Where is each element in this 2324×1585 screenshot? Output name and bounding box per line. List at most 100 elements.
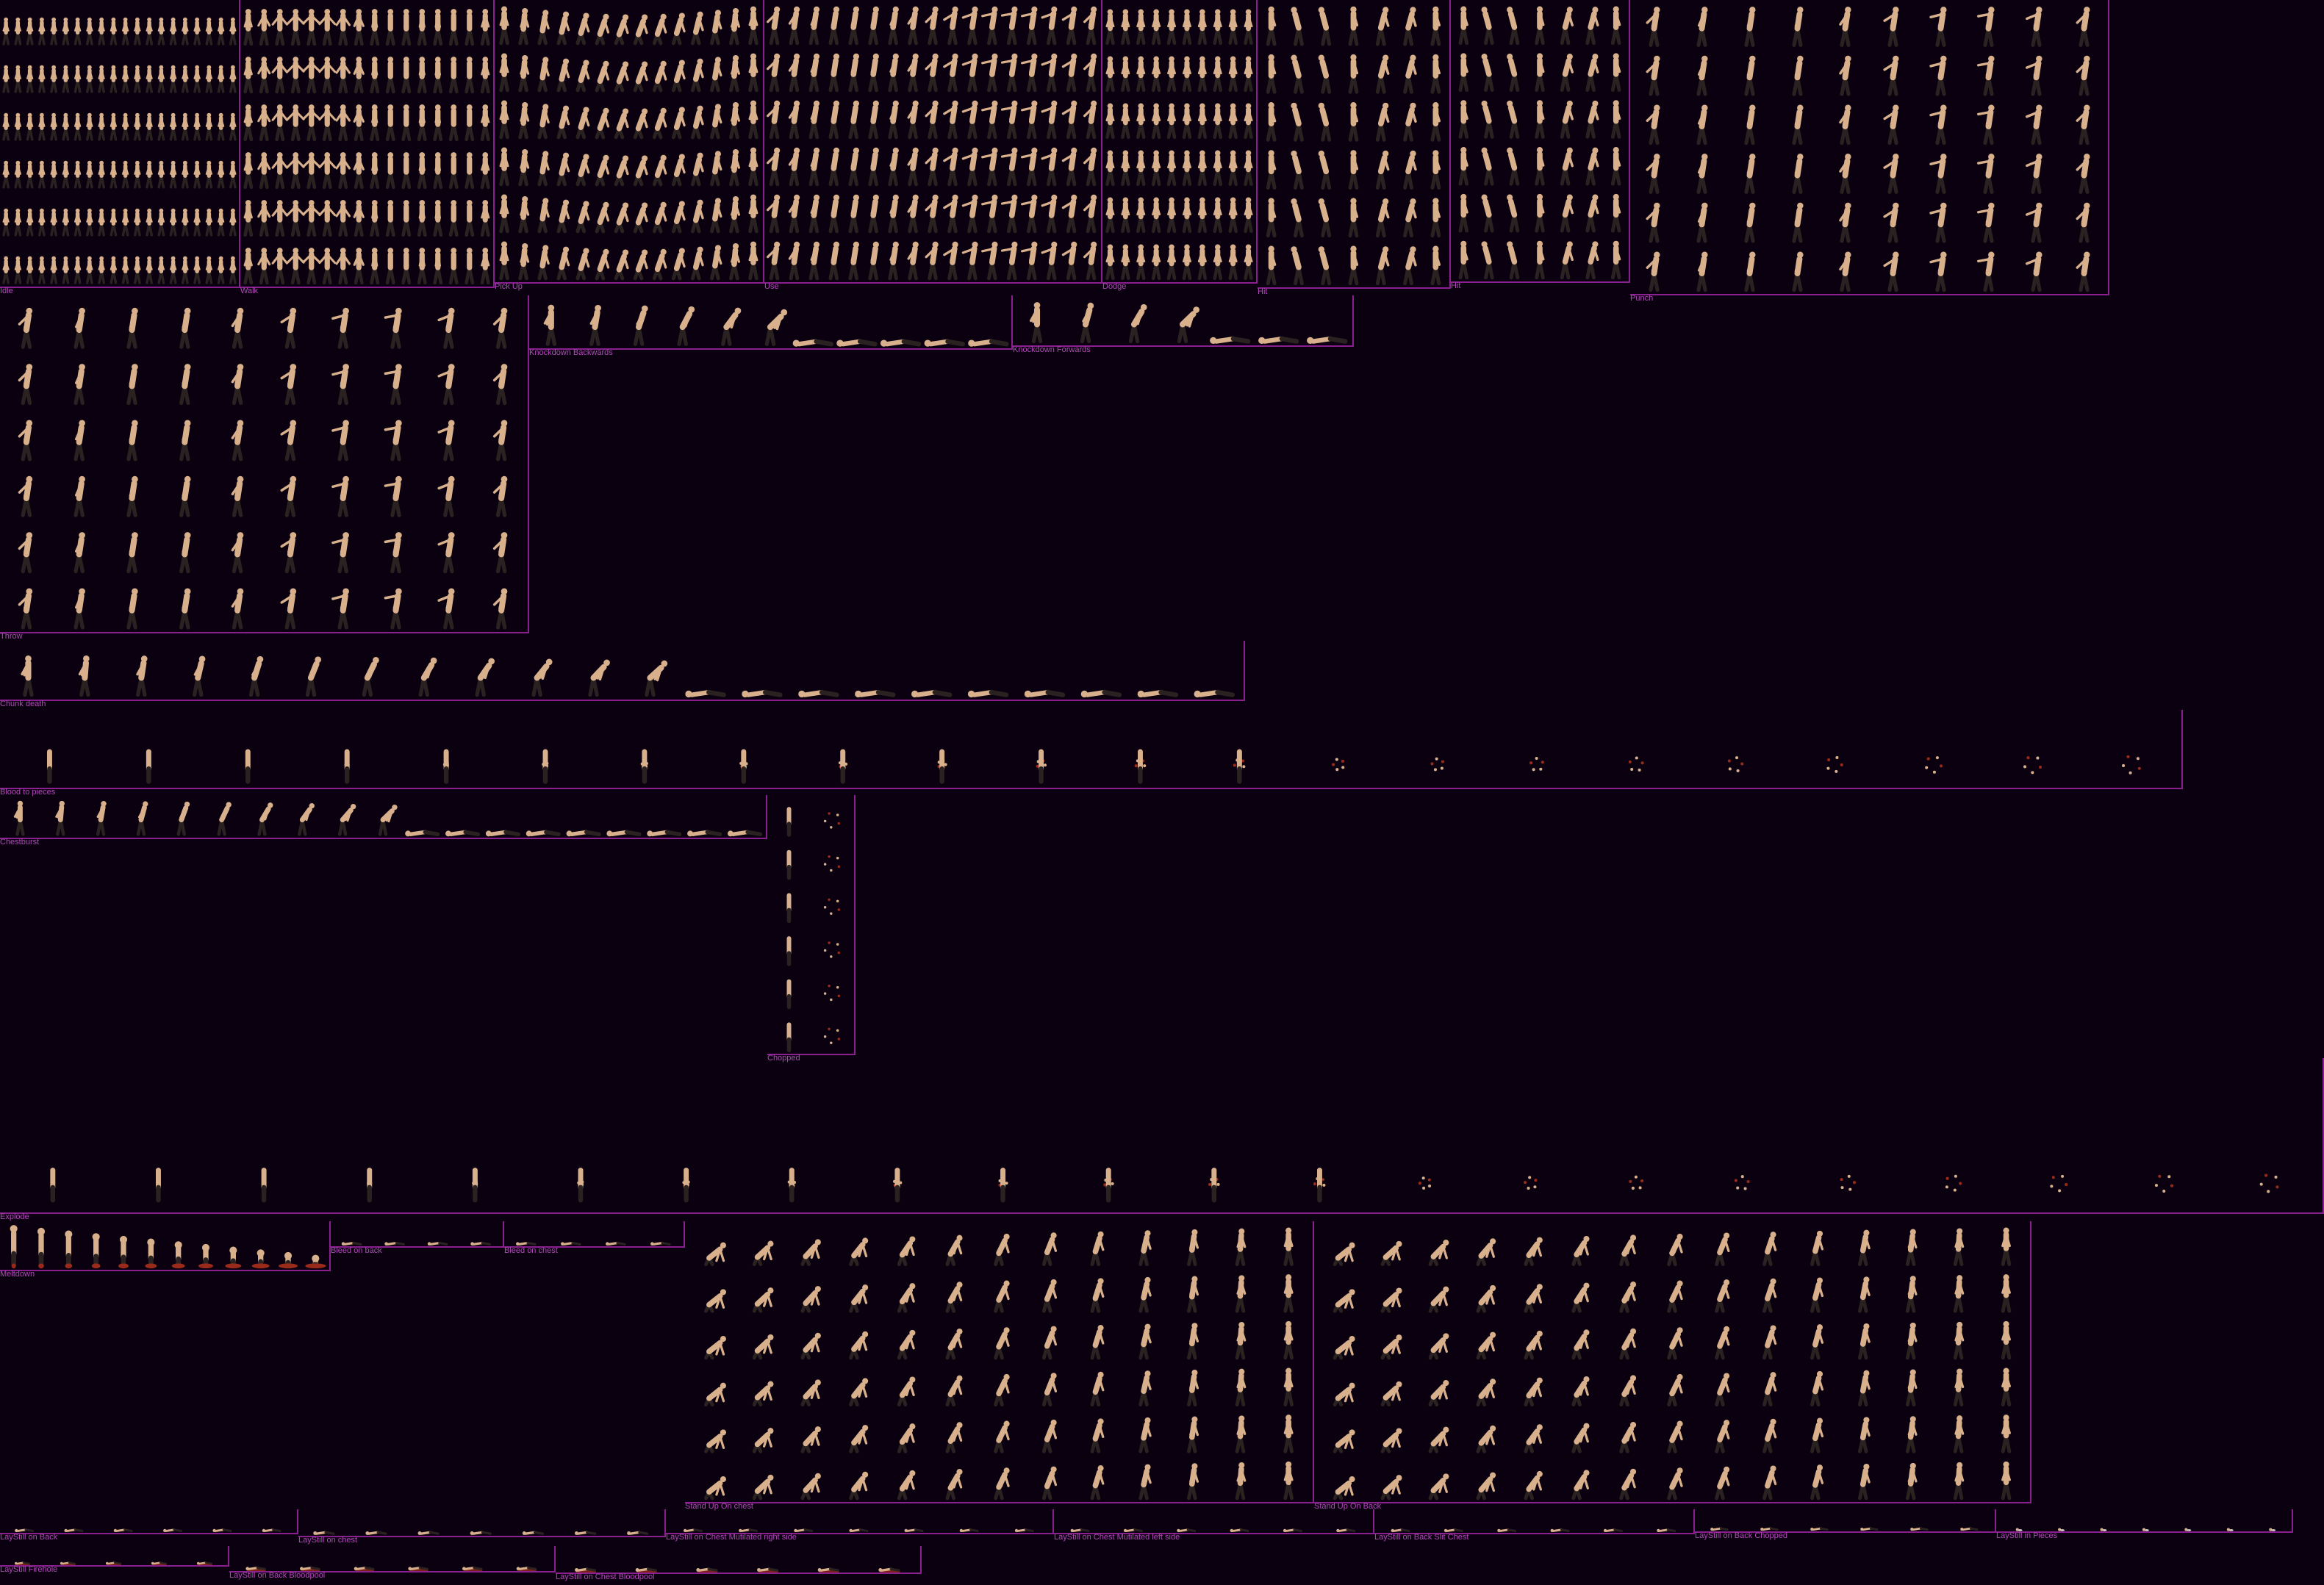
- label-ls-back-slit: LayStill on Back Slit Chest: [1374, 1533, 1469, 1542]
- sprite-frame: [671, 201, 686, 234]
- frames-chopped: [767, 795, 854, 1054]
- sprite-frame: [1953, 1228, 1965, 1267]
- label-throw: Throw: [0, 632, 23, 641]
- sprite-frame: [38, 17, 46, 46]
- sprite-frame: [1905, 1462, 1918, 1500]
- sprite-frame: [1560, 100, 1574, 139]
- sprite-frame: [98, 256, 105, 284]
- sprite-frame: [823, 898, 841, 915]
- sprite-frame: [1430, 6, 1441, 46]
- sprite-frame: [645, 660, 668, 697]
- sprite-frame: [788, 53, 800, 93]
- sprite-frame: [1000, 147, 1018, 187]
- sprite-frame: [378, 804, 398, 836]
- sprite-frame: [671, 60, 686, 93]
- sprite-frame: [1476, 1238, 1496, 1267]
- sprite-frame: [1610, 6, 1621, 46]
- label-bleed-chest: Bleed on chest: [504, 1246, 558, 1255]
- sprite-frame: [448, 248, 459, 285]
- sprite-frame: [1375, 54, 1390, 94]
- frames-svg-use: [766, 6, 1097, 281]
- sprite-frame: [893, 1168, 903, 1203]
- sprite-frame: [335, 248, 351, 285]
- sprite-frame: [1182, 150, 1192, 187]
- sprite-frame: [13, 800, 25, 836]
- sprite-frame: [1945, 1174, 1962, 1192]
- frames-idle: [0, 0, 239, 287]
- sprite-frame: [1187, 1229, 1199, 1267]
- sprite-frame: [836, 339, 878, 347]
- sprite-frame: [1313, 1168, 1326, 1203]
- sprite-frame: [848, 53, 859, 93]
- sprite-frame: [961, 194, 978, 234]
- sprite-frame: [1283, 1415, 1294, 1453]
- sprite-frame: [1734, 1175, 1750, 1190]
- sprite-frame: [46, 749, 52, 784]
- sprite-frame: [1121, 197, 1130, 234]
- sprite-frame: [800, 1239, 821, 1267]
- sprite-frame: [1020, 53, 1038, 93]
- sprite-frame: [1090, 1371, 1105, 1407]
- frames-svg-chestburst: [13, 800, 763, 837]
- sprite-frame: [556, 105, 570, 140]
- sprite-frame: [1244, 56, 1253, 93]
- sprite-frame: [994, 1327, 1010, 1360]
- sprite-frame: [14, 160, 22, 189]
- sprite-frame: [1727, 756, 1744, 772]
- sprite-frame: [182, 256, 189, 284]
- sprite-frame: [823, 1027, 841, 1044]
- sprite-frame: [1029, 302, 1043, 344]
- frames-svg-punch: [1646, 7, 2090, 292]
- sprite-frame: [1244, 103, 1253, 140]
- sprite-frame: [462, 1566, 483, 1573]
- label-pickup: Pick Up: [495, 282, 523, 291]
- sprite-frame: [2076, 154, 2090, 194]
- sprite-frame: [1619, 1234, 1637, 1267]
- sprite-frame: [2050, 1174, 2068, 1193]
- sprite-frame: [401, 248, 412, 285]
- sprite-frame: [231, 364, 244, 406]
- sprite-frame: [331, 364, 349, 406]
- sprite-frame: [73, 420, 85, 461]
- frames-svg-meltdown: [10, 1225, 326, 1269]
- sprite-frame: [1810, 1417, 1824, 1453]
- sprite-frame: [1041, 1326, 1058, 1360]
- sprite-frame: [1266, 150, 1277, 190]
- sprite-frame: [385, 152, 395, 190]
- sprite-frame: [335, 200, 351, 237]
- sprite-frame: [437, 364, 455, 406]
- sprite-frame: [1418, 1176, 1432, 1190]
- sprite-frame: [1430, 757, 1444, 772]
- animation-block-kd-back: Knockdown Backwards: [529, 295, 1013, 357]
- sprite-frame: [1380, 1287, 1402, 1313]
- sprite-frame: [465, 152, 475, 190]
- frames-svg-standup-back: [1333, 1227, 2012, 1500]
- sprite-frame: [1134, 749, 1147, 784]
- sprite-frame: [271, 248, 288, 285]
- sprite-frame: [231, 532, 244, 574]
- sprite-frame: [1375, 198, 1390, 238]
- animation-block-ls-back-slit: LayStill on Back Slit Chest: [1374, 1509, 1695, 1542]
- frames-svg-ls-chest-pool: [575, 1567, 900, 1575]
- sprite-frame: [73, 160, 82, 189]
- sprite-frame: [1318, 7, 1332, 46]
- sprite-frame: [337, 803, 356, 836]
- sprite-frame: [729, 101, 740, 140]
- sprite-frame: [1744, 154, 1756, 194]
- sprite-frame: [26, 65, 34, 93]
- sprite-frame: [1166, 56, 1177, 93]
- sprite-frame: [1177, 1528, 1197, 1533]
- sprite-frame: [217, 17, 225, 46]
- sprite-frame: [1348, 54, 1359, 94]
- sprite-frame: [868, 6, 879, 46]
- sprite-frame: [155, 1168, 161, 1203]
- sprite-frame: [1610, 240, 1621, 280]
- sprite-frame: [1762, 1465, 1777, 1500]
- sprite-frame: [370, 104, 380, 142]
- sprite-frame: [704, 1382, 726, 1407]
- sprite-frame: [1151, 244, 1161, 281]
- sprite-frame: [157, 208, 165, 237]
- frames-svg-ls-back-slit: [1391, 1528, 1676, 1533]
- sprite-frame: [849, 1237, 869, 1267]
- sprite-frame: [470, 1531, 492, 1535]
